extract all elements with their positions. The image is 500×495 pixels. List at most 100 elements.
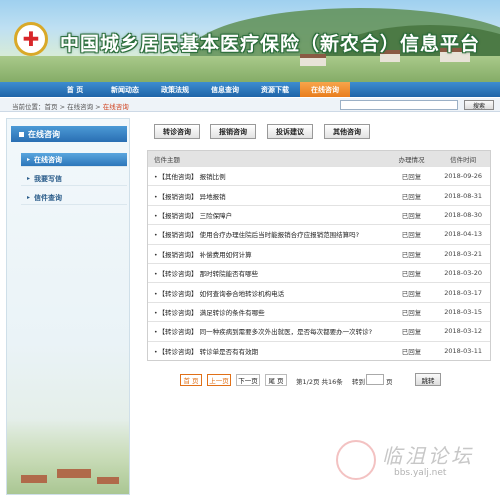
goto-page-button[interactable]: 跳转 bbox=[415, 373, 441, 386]
breadcrumb-separator: > bbox=[57, 103, 68, 111]
tab-referral-consult[interactable]: 转诊咨询 bbox=[154, 124, 200, 139]
letter-title-text: 【其他咨询】 报销比例 bbox=[158, 173, 226, 182]
letter-title-link[interactable]: •【报销咨询】 异地报销 bbox=[148, 191, 387, 201]
letter-date: 2018-03-15 bbox=[444, 307, 483, 316]
nav-item-download[interactable]: 资源下载 bbox=[250, 82, 300, 97]
sidebar-house-roof bbox=[57, 469, 91, 478]
prev-page-button[interactable]: 上一页 bbox=[207, 374, 231, 386]
letter-title-text: 【转诊咨询】 如何查询参合地转诊机构电话 bbox=[158, 289, 285, 298]
letter-title-link[interactable]: •【转诊咨询】 那时转院能否有哪些 bbox=[148, 268, 387, 278]
tab-other-consult[interactable]: 其他咨询 bbox=[324, 124, 370, 139]
letter-status: 已回复 bbox=[401, 192, 422, 201]
goto-label: 转到 bbox=[352, 378, 365, 386]
chevron-right-icon: ▸ bbox=[27, 156, 31, 163]
last-page-button[interactable]: 尾 页 bbox=[265, 374, 287, 386]
site-title: 中国城乡居民基本医疗保险（新农合）信息平台 bbox=[60, 33, 481, 55]
letter-status: 已回复 bbox=[401, 250, 422, 259]
letter-status: 已回复 bbox=[401, 328, 422, 337]
bullet-icon: • bbox=[154, 271, 158, 279]
letter-title-text: 【转诊咨询】 同一种疾病到需要多次外出就医，是否每次都要办一次转诊? bbox=[158, 328, 373, 337]
letter-title-text: 【报销咨询】 补偿费用如何计算 bbox=[158, 250, 252, 259]
banner-field bbox=[0, 56, 500, 82]
table-row[interactable]: •【转诊咨询】 同一种疾病到需要多次外出就医，是否每次都要办一次转诊? 已回复 20… bbox=[148, 321, 490, 340]
letter-title-link[interactable]: •【转诊咨询】 转诊单是否有有效期 bbox=[148, 346, 387, 356]
letter-title-link[interactable]: •【转诊咨询】 如何查询参合地转诊机构电话 bbox=[148, 288, 387, 298]
letter-date: 2018-09-26 bbox=[444, 172, 483, 181]
breadcrumb-section-link[interactable]: 在线咨询 bbox=[67, 103, 93, 111]
chevron-right-icon: ▸ bbox=[27, 194, 31, 201]
first-page-button[interactable]: 首 页 bbox=[180, 374, 202, 386]
sidebar: 在线咨询 ▸ 在线咨询 ▸ 我要写信 ▸ 信件查询 bbox=[6, 118, 130, 495]
breadcrumb: 当前位置：首页 > 在线咨询 > 在线咨询 bbox=[12, 101, 129, 111]
letter-title-link[interactable]: •【转诊咨询】 同一种疾病到需要多次外出就医，是否每次都要办一次转诊? bbox=[148, 326, 387, 336]
next-page-button[interactable]: 下一页 bbox=[236, 374, 260, 386]
table-row[interactable]: •【报销咨询】 使用合疗办理住院后当时能报销合疗应报销范围结算吗? 已回复 2018… bbox=[148, 224, 490, 243]
letter-date: 2018-08-31 bbox=[444, 191, 483, 200]
tab-complaint-suggestion[interactable]: 投诉建议 bbox=[267, 124, 313, 139]
table-row[interactable]: •【报销咨询】 异地报销 已回复 2018-08-31 bbox=[148, 185, 490, 204]
sidebar-item-label: 信件查询 bbox=[34, 193, 63, 202]
square-bullet-icon bbox=[19, 131, 24, 137]
bullet-icon: • bbox=[154, 232, 158, 240]
sidebar-heading: 在线咨询 bbox=[11, 126, 127, 142]
table-row[interactable]: •【转诊咨询】 那时转院能否有哪些 已回复 2018-03-20 bbox=[148, 262, 490, 282]
letter-title-text: 【转诊咨询】 转诊单是否有有效期 bbox=[158, 347, 259, 356]
header-title: 信件主题 bbox=[154, 155, 180, 164]
letter-status: 已回复 bbox=[401, 270, 422, 279]
letter-date: 2018-04-13 bbox=[444, 230, 483, 239]
letter-status: 已回复 bbox=[401, 308, 422, 317]
letter-title-text: 【报销咨询】 异地报销 bbox=[158, 192, 226, 201]
bullet-icon: • bbox=[154, 251, 158, 259]
letter-status: 已回复 bbox=[401, 347, 422, 356]
bullet-icon: • bbox=[154, 348, 158, 356]
bullet-icon: • bbox=[154, 193, 158, 201]
goto-page-input[interactable] bbox=[366, 374, 384, 385]
table-row[interactable]: •【报销咨询】 补偿费用如何计算 已回复 2018-03-21 bbox=[148, 243, 490, 263]
nav-item-news[interactable]: 新闻动态 bbox=[100, 82, 150, 97]
sidebar-item-letter-query[interactable]: ▸ 信件查询 bbox=[21, 191, 127, 205]
sidebar-item-write-letter[interactable]: ▸ 我要写信 bbox=[21, 172, 127, 186]
letter-status: 已回复 bbox=[401, 211, 422, 220]
watermark-logo-icon bbox=[336, 440, 376, 480]
bullet-icon: • bbox=[154, 290, 158, 298]
letter-title-link[interactable]: •【其他咨询】 报销比例 bbox=[148, 171, 387, 181]
letter-date: 2018-03-20 bbox=[444, 269, 483, 278]
breadcrumb-separator: > bbox=[93, 103, 103, 111]
sidebar-item-label: 我要写信 bbox=[34, 174, 63, 183]
breadcrumb-home-link[interactable]: 首页 bbox=[45, 103, 58, 111]
letter-title-text: 【转诊咨询】 满足转诊的条件有哪些 bbox=[158, 308, 265, 317]
letter-status: 已回复 bbox=[401, 173, 422, 182]
letter-date: 2018-08-30 bbox=[444, 210, 483, 219]
letter-date: 2018-03-17 bbox=[444, 288, 483, 297]
watermark-text: 临沮论坛 bbox=[382, 444, 474, 468]
watermark-url: bbs.yalj.net bbox=[394, 468, 447, 478]
letter-date: 2018-03-11 bbox=[444, 346, 483, 355]
search-button[interactable]: 搜索 bbox=[464, 100, 494, 110]
letter-date: 2018-03-21 bbox=[444, 249, 483, 258]
sidebar-item-online-consult[interactable]: ▸ 在线咨询 bbox=[21, 153, 127, 167]
nav-item-query[interactable]: 信息查询 bbox=[200, 82, 250, 97]
nav-item-home[interactable]: 首 页 bbox=[50, 82, 100, 97]
header-status: 办理情况 bbox=[398, 155, 425, 164]
letter-title-link[interactable]: •【报销咨询】 补偿费用如何计算 bbox=[148, 249, 387, 259]
table-row[interactable]: •【其他咨询】 报销比例 已回复 2018-09-26 bbox=[148, 166, 490, 185]
sidebar-house-roof bbox=[97, 477, 119, 484]
letter-title-link[interactable]: •【报销咨询】 使用合疗办理住院后当时能报销合疗应报销范围结算吗? bbox=[148, 229, 387, 239]
sidebar-heading-label: 在线咨询 bbox=[28, 129, 60, 139]
nav-item-consult[interactable]: 在线咨询 bbox=[300, 82, 350, 97]
nav-item-policy[interactable]: 政策法规 bbox=[150, 82, 200, 97]
table-row[interactable]: •【报销咨询】 三险保障户 已回复 2018-08-30 bbox=[148, 204, 490, 224]
table-row[interactable]: •【转诊咨询】 如何查询参合地转诊机构电话 已回复 2018-03-17 bbox=[148, 282, 490, 301]
tab-reimbursement-consult[interactable]: 报销咨询 bbox=[210, 124, 256, 139]
letter-title-link[interactable]: •【转诊咨询】 满足转诊的条件有哪些 bbox=[148, 307, 387, 317]
table-row[interactable]: •【转诊咨询】 转诊单是否有有效期 已回复 2018-03-11 bbox=[148, 340, 490, 360]
page-info: 第1/2页 共16条 bbox=[296, 378, 343, 386]
bullet-icon: • bbox=[154, 309, 158, 317]
red-cross-emblem-icon: ✚ bbox=[14, 22, 48, 56]
letter-title-text: 【报销咨询】 使用合疗办理住院后当时能报销合疗应报销范围结算吗? bbox=[158, 231, 360, 240]
letter-title-link[interactable]: •【报销咨询】 三险保障户 bbox=[148, 210, 387, 220]
table-row[interactable]: •【转诊咨询】 满足转诊的条件有哪些 已回复 2018-03-15 bbox=[148, 301, 490, 321]
search-input[interactable] bbox=[340, 100, 458, 110]
bullet-icon: • bbox=[154, 212, 158, 220]
header-date: 信件时间 bbox=[450, 155, 477, 164]
